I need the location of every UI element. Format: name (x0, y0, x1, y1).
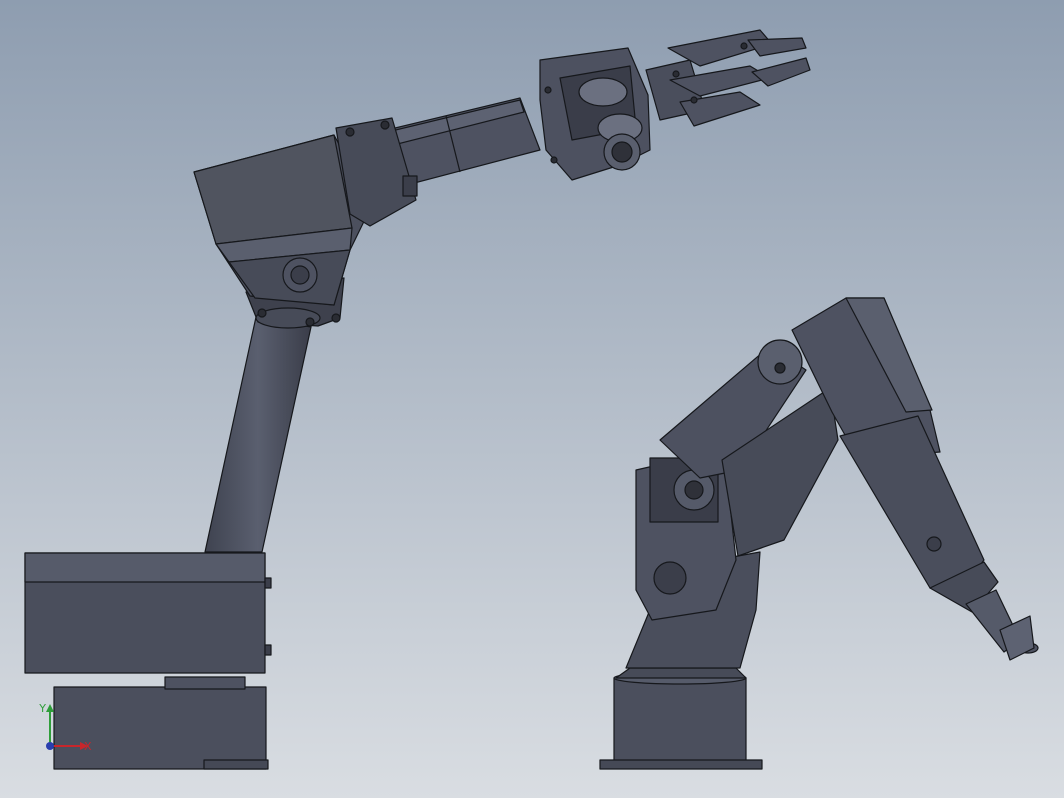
left-base-lower (53, 676, 269, 770)
right-base (599, 667, 763, 770)
cad-viewport[interactable]: Y X (0, 0, 1064, 798)
left-wrist-gearbox (539, 47, 651, 181)
y-axis-label: Y (38, 702, 46, 715)
z-axis-dot (46, 742, 54, 750)
left-base-block (24, 552, 272, 674)
cad-scene[interactable]: Y X (0, 0, 1064, 798)
x-axis-label: X (84, 740, 92, 753)
